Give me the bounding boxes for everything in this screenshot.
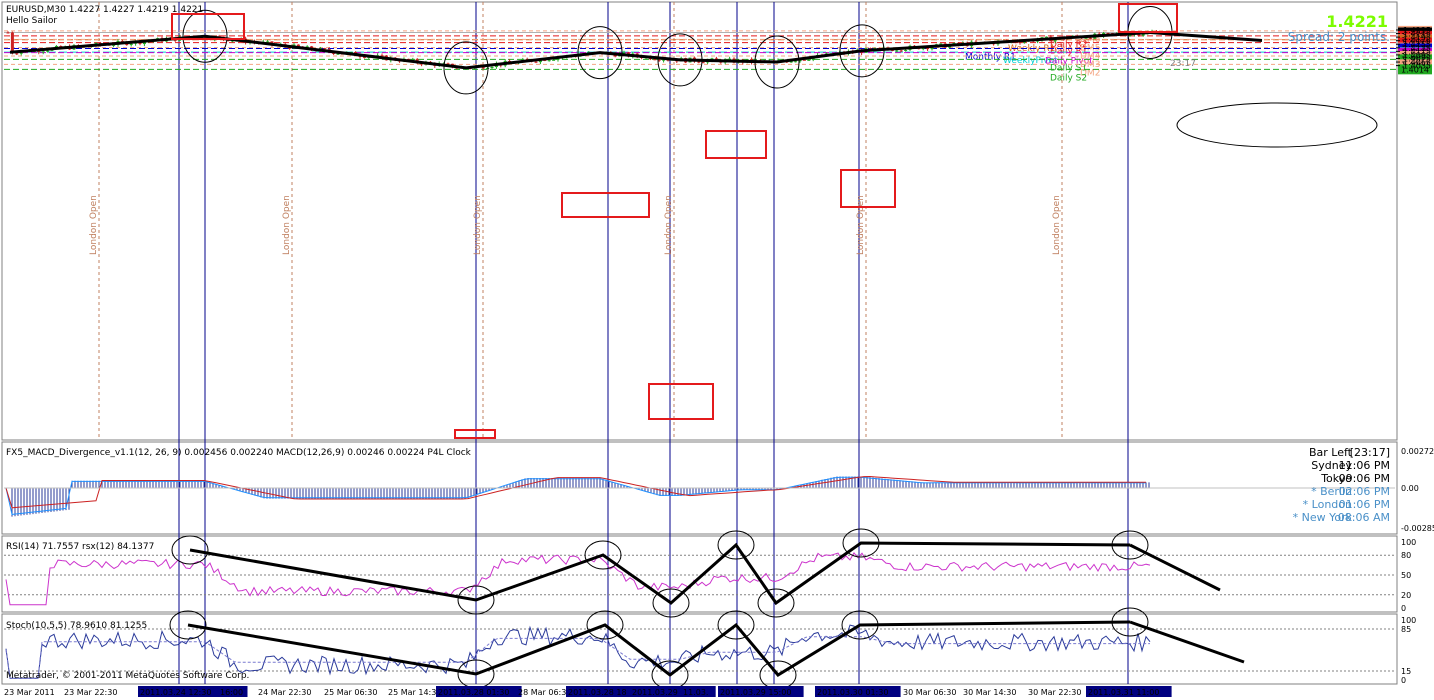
time-axis-label: 11.03. bbox=[683, 688, 708, 697]
stoch-tick-label: 15 bbox=[1401, 667, 1411, 676]
time-axis-label: 23 Mar 22:30 bbox=[64, 688, 117, 697]
stoch-tick-label: 85 bbox=[1401, 625, 1411, 634]
candle-body bbox=[15, 53, 19, 55]
london-open-label: London Open bbox=[473, 195, 483, 255]
candle-body bbox=[794, 61, 798, 63]
stoch-tick-label: 100 bbox=[1401, 616, 1416, 625]
time-axis-label: 30 Mar 14:30 bbox=[963, 688, 1016, 697]
candle-body bbox=[552, 59, 556, 61]
macd-tick-label: -0.00285 bbox=[1401, 524, 1434, 533]
macd-tick-label: 0.00 bbox=[1401, 484, 1419, 493]
chart-header: EURUSD,M30 1.4227 1.4227 1.4219 1.4221 bbox=[6, 5, 203, 15]
candle-body bbox=[904, 49, 908, 51]
london-open-label: London Open bbox=[856, 195, 866, 255]
rsi-title: RSI(14) 71.7557 rsx(12) 84.1377 bbox=[6, 542, 154, 552]
clock-city: Bar Left bbox=[1309, 446, 1353, 459]
time-axis-label: 25 Mar 06:30 bbox=[324, 688, 377, 697]
time-axis-label: 23 Mar 2011 bbox=[4, 688, 55, 697]
bar-countdown: 23:17 bbox=[1170, 59, 1196, 69]
time-axis-label: 2011.03.31 11:00 bbox=[1088, 688, 1159, 697]
clock-time: 01:06 PM bbox=[1339, 498, 1390, 511]
candle-body bbox=[46, 50, 50, 52]
rsi-tick-label: 100 bbox=[1401, 538, 1416, 547]
chart-subtitle: Hello Sailor bbox=[6, 16, 57, 26]
candle-body bbox=[807, 59, 811, 61]
candle-body bbox=[895, 50, 899, 52]
rsi-tick-label: 80 bbox=[1401, 551, 1411, 560]
clock-time: 08:06 AM bbox=[1338, 511, 1390, 524]
time-axis-label: 24 Mar 22:30 bbox=[258, 688, 311, 697]
time-axis-label: 2011.03.30 01:30 bbox=[817, 688, 888, 697]
candle-body bbox=[323, 48, 327, 50]
time-axis-label: 28 Mar 06:30 bbox=[518, 688, 571, 697]
price-tick-label: 1.4035 bbox=[1403, 62, 1431, 71]
time-axis-label: 2011.03.28 18 bbox=[568, 688, 627, 697]
price-chart[interactable]: London Open London Open London Open London … bbox=[0, 0, 1434, 700]
candle-body bbox=[534, 61, 538, 63]
candle-body bbox=[1088, 37, 1092, 39]
macd-title: FX5_MACD_Divergence_v1.1(12, 26, 9) 0.00… bbox=[6, 448, 472, 458]
rsi-tick-label: 20 bbox=[1401, 591, 1411, 600]
london-open-label: London Open bbox=[664, 195, 674, 255]
time-axis-label: 2011.03.24 12:30 bbox=[140, 688, 211, 697]
london-open-label: London Open bbox=[89, 195, 99, 255]
spread-label: Spread: 2 points. bbox=[1288, 30, 1390, 44]
time-axis-label: 2011.03.28 01:30 bbox=[438, 688, 509, 697]
current-price: 1.4221 bbox=[1326, 12, 1388, 31]
stoch-tick-label: 0 bbox=[1401, 676, 1406, 685]
candle-body bbox=[547, 60, 551, 62]
candle-body bbox=[129, 43, 133, 46]
time-axis-label: 30 Mar 06:30 bbox=[903, 688, 956, 697]
candle-body bbox=[899, 50, 903, 52]
clock-time: 09:06 PM bbox=[1339, 472, 1390, 485]
time-axis-label: 16:00 bbox=[220, 688, 243, 697]
time-axis-label: 25 Mar 14:3 bbox=[388, 688, 436, 697]
rsi-tick-label: 0 bbox=[1401, 604, 1406, 613]
time-axis-label: 2011.03.29 15:00 bbox=[720, 688, 791, 697]
clock-time: 11:06 PM bbox=[1339, 459, 1390, 472]
london-open-label: London Open bbox=[1052, 195, 1062, 255]
level-label: Daily S2 bbox=[1050, 73, 1087, 83]
candle-body bbox=[653, 59, 657, 61]
chart-window: London Open London Open London Open London … bbox=[0, 0, 1434, 700]
candle-body bbox=[490, 66, 494, 68]
copyright: Metatrader, © 2001-2011 MetaQuotes Softw… bbox=[6, 671, 249, 681]
rsi-tick-label: 50 bbox=[1401, 571, 1411, 580]
candle-body bbox=[10, 32, 14, 54]
london-open-label: London Open bbox=[282, 195, 292, 255]
clock-time: [23:17] bbox=[1350, 446, 1390, 459]
stoch-title: Stoch(10,5,5) 78.9610 81.1255 bbox=[6, 621, 147, 631]
candle-body bbox=[6, 32, 10, 34]
time-axis-label: 30 Mar 22:30 bbox=[1028, 688, 1081, 697]
macd-tick-label: 0.00272 bbox=[1401, 447, 1434, 456]
clock-time: 02:06 PM bbox=[1339, 485, 1390, 498]
candle-body bbox=[41, 51, 45, 53]
